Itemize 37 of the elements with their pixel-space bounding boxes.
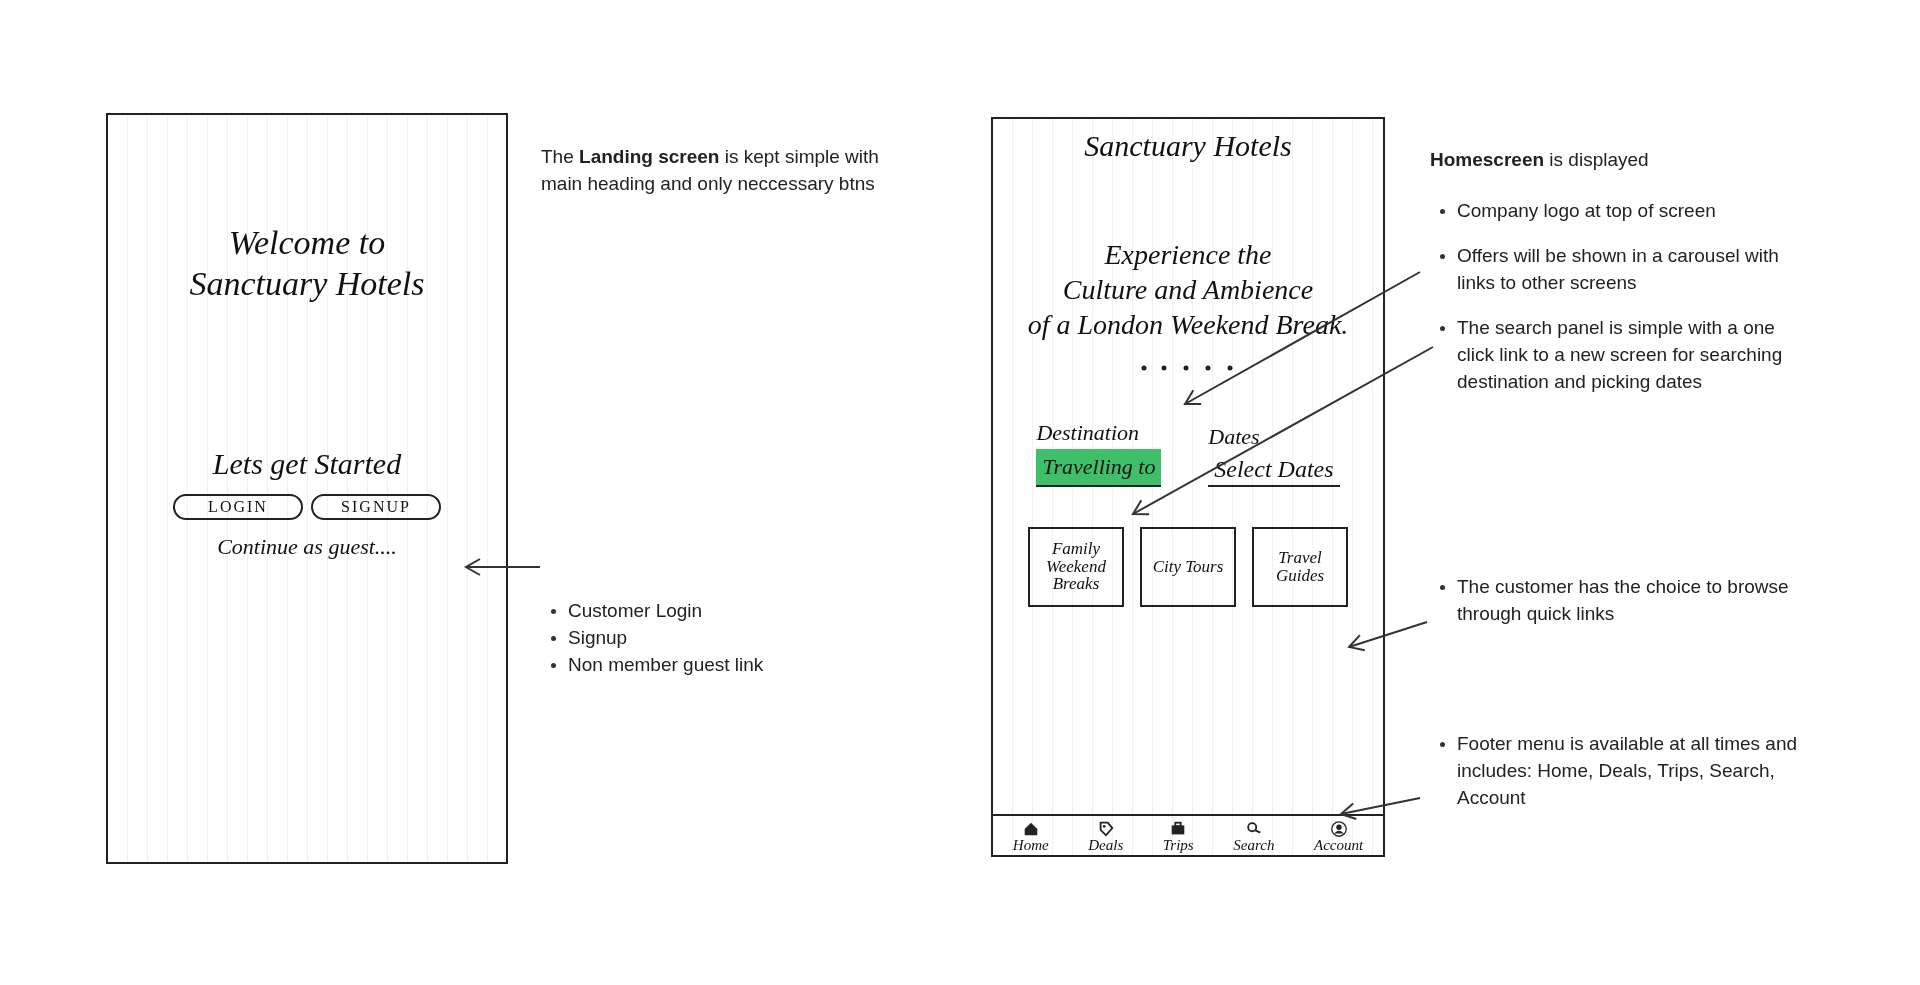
quick-link-tile[interactable]: Family Weekend Breaks: [1028, 526, 1124, 607]
quick-link-tile[interactable]: City Tours: [1140, 526, 1236, 607]
section-heading: Lets get Started: [212, 445, 402, 482]
note-bullet-text: Signup: [568, 626, 628, 650]
bullet-dot: [551, 636, 556, 641]
bullet-dot: [1440, 585, 1445, 590]
quick-link-tile[interactable]: Travel Guides: [1252, 526, 1348, 607]
welcome-heading: Welcome to Sanctuary Hotels: [189, 223, 425, 304]
footer-menu-item[interactable]: Deals: [1088, 820, 1124, 853]
note-bullet-text: Footer menu is available at all times and includes: Home, Deals, Trips, Search, Account: [1457, 732, 1799, 810]
footer-menu-item[interactable]: Search: [1233, 820, 1275, 853]
note-bullet-text: The customer has the choice to browse through quick links: [1457, 575, 1790, 626]
bullet-dot: [1440, 209, 1445, 214]
input-field[interactable]: Travelling to: [1036, 448, 1162, 487]
bullet-dot: [1440, 326, 1445, 331]
pill-button[interactable]: LOGIN: [173, 494, 303, 521]
footer-menu-item[interactable]: Trips: [1162, 820, 1194, 853]
note-bullet-text: Company logo at top of screen: [1457, 199, 1716, 223]
note-bullet-text: The search panel is simple with a one click link to a new screen for searching destination and picking dates: [1457, 316, 1784, 394]
footer-menu-item[interactable]: Account: [1314, 820, 1364, 853]
user-icon: [1329, 820, 1348, 838]
field-label: Dates: [1208, 422, 1261, 451]
note-bullet-text: Offers will be shown in a carousel with links to other screens: [1457, 244, 1780, 295]
note-bullet-text: Customer Login: [568, 599, 703, 623]
input-field[interactable]: Select Dates: [1208, 452, 1340, 487]
logo-text: Sanctuary Hotels: [1084, 128, 1292, 164]
note-bullet-text: Non member guest link: [568, 653, 764, 677]
bullet-dot: [551, 663, 556, 668]
bullet-dot: [551, 609, 556, 614]
pill-button[interactable]: SIGNUP: [311, 494, 441, 521]
field-label: Destination: [1036, 418, 1141, 447]
footer-menu-item[interactable]: Home: [1012, 820, 1049, 853]
bullet-dot: [1440, 254, 1445, 259]
note-text: Homescreen is displayed: [1430, 148, 1650, 172]
guest-link[interactable]: Continue as guest....: [217, 530, 397, 564]
bullet-dot: [1440, 742, 1445, 747]
note-text: The Landing screen is kept simple with main heading and only neccessary btns: [541, 145, 880, 196]
